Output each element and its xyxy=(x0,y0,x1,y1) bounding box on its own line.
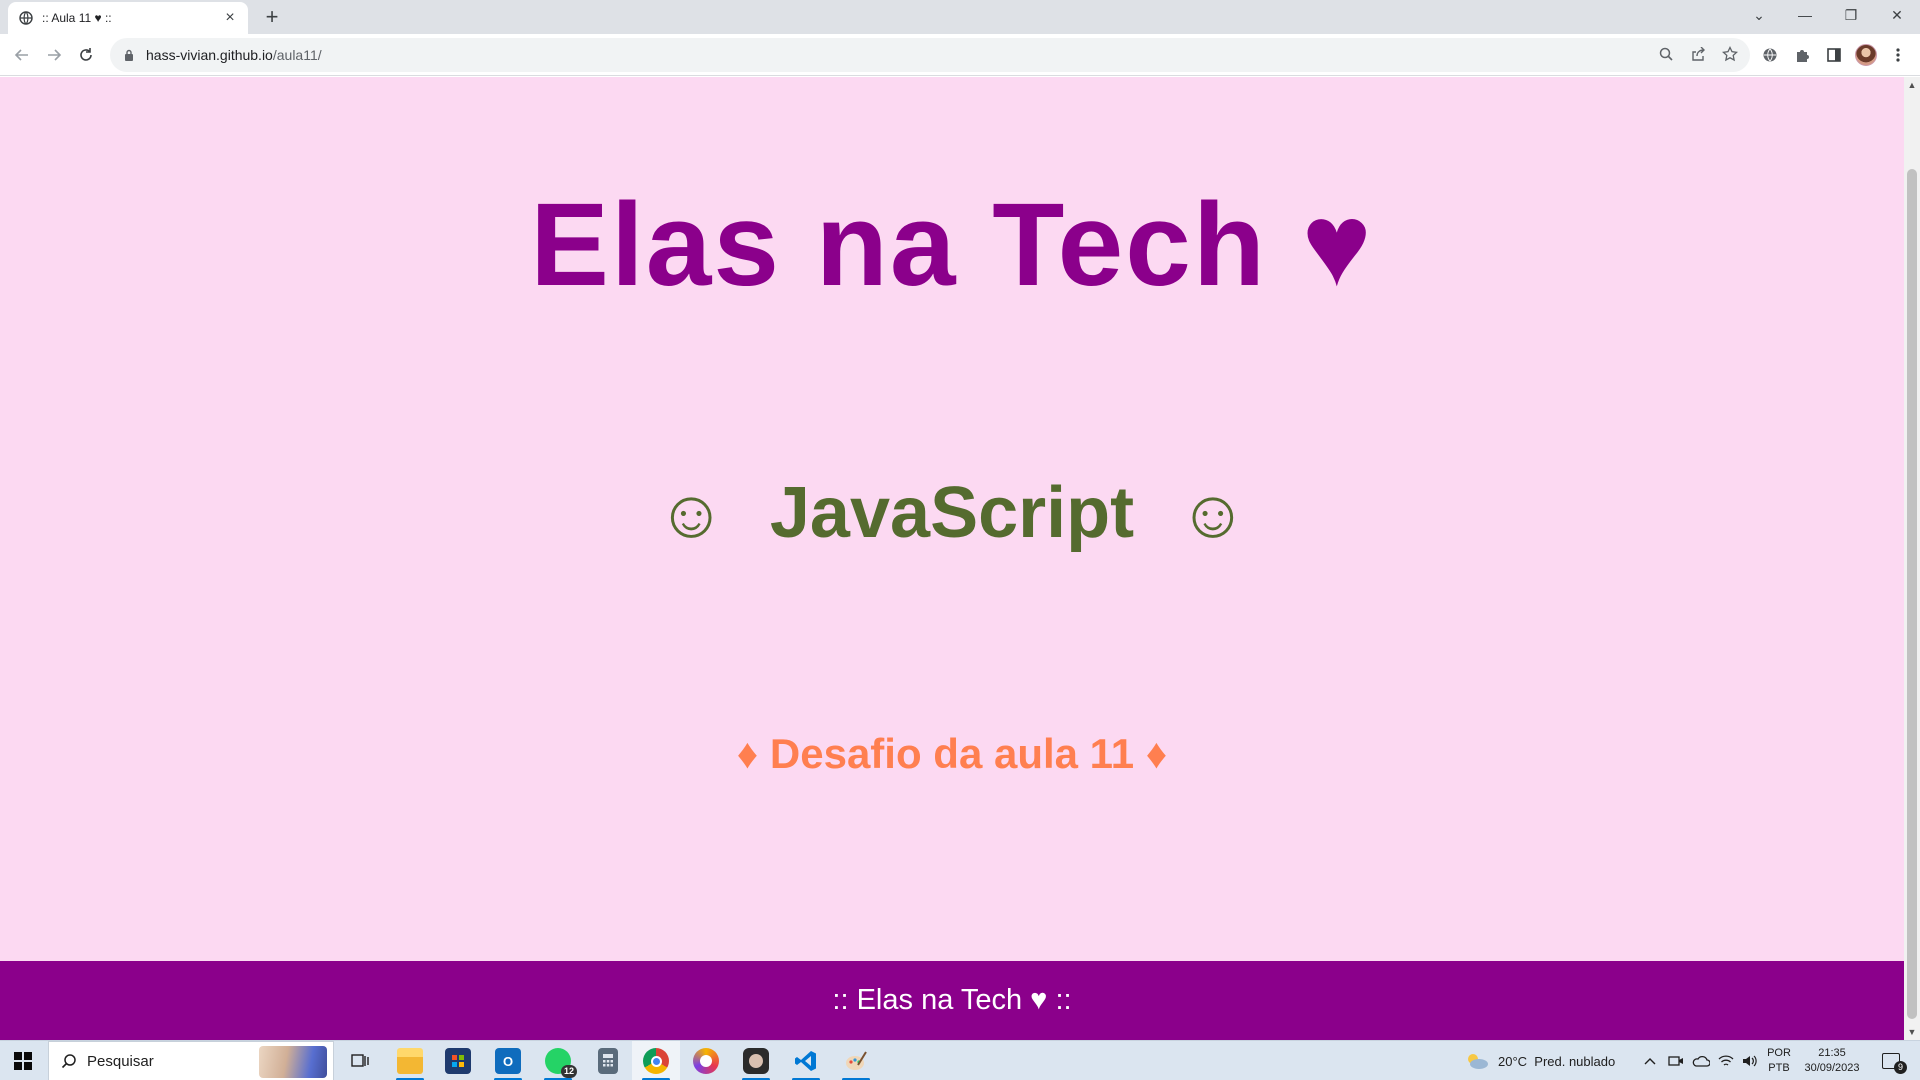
minimize-button[interactable]: — xyxy=(1782,0,1828,30)
new-tab-button[interactable]: + xyxy=(260,6,284,30)
whatsapp-unread-badge: 12 xyxy=(560,1065,577,1078)
profile-avatar[interactable] xyxy=(1854,43,1878,67)
lock-icon[interactable] xyxy=(122,48,136,62)
scroll-thumb[interactable] xyxy=(1907,169,1917,1019)
address-bar[interactable]: hass-vivian.github.io/aula11/ xyxy=(110,38,1750,72)
browser-tab[interactable]: :: Aula 11 ♥ :: × xyxy=(8,2,248,34)
chevron-up-icon xyxy=(1644,1058,1656,1065)
page-footer: :: Elas na Tech ♥ :: xyxy=(0,961,1904,1040)
paint-button[interactable] xyxy=(832,1041,880,1080)
subtitle-text: JavaScript xyxy=(769,473,1135,553)
scroll-up-arrow-icon[interactable]: ▲ xyxy=(1904,77,1920,93)
extension-globe-icon[interactable] xyxy=(1758,43,1782,67)
tab-strip: :: Aula 11 ♥ :: × + ⌄ — ❐ ✕ xyxy=(0,0,1920,34)
search-highlight-image xyxy=(259,1046,327,1078)
footer-text: :: Elas na Tech ♥ :: xyxy=(832,984,1072,1016)
windows-taskbar: Pesquisar O 12 20°C Pred. nublado POR PT… xyxy=(0,1040,1920,1080)
calculator-icon xyxy=(598,1048,618,1074)
search-icon xyxy=(61,1054,76,1069)
github-desktop-button[interactable] xyxy=(732,1041,780,1080)
whatsapp-icon: 12 xyxy=(545,1048,577,1078)
vscode-icon xyxy=(793,1048,819,1074)
notification-icon: 9 xyxy=(1882,1053,1907,1074)
folder-icon xyxy=(397,1048,423,1074)
url-path: /aula11/ xyxy=(272,47,322,63)
show-hidden-icons-button[interactable] xyxy=(1644,1041,1656,1080)
notification-count: 9 xyxy=(1894,1061,1907,1074)
restore-button[interactable]: ❐ xyxy=(1828,0,1874,30)
search-placeholder: Pesquisar xyxy=(87,1052,154,1070)
whatsapp-button[interactable]: 12 xyxy=(534,1041,582,1080)
language-code: POR xyxy=(1767,1047,1791,1059)
volume-icon xyxy=(1743,1055,1757,1067)
globe-icon xyxy=(18,10,34,26)
subtitle-javascript: ☺ JavaScript ☺ xyxy=(0,472,1904,554)
onedrive-cloud-icon xyxy=(1692,1055,1710,1067)
circle-logo-icon xyxy=(693,1048,719,1074)
url-text: hass-vivian.github.io/aula11/ xyxy=(146,47,322,63)
zoom-icon[interactable] xyxy=(1654,42,1678,66)
start-button[interactable] xyxy=(0,1041,46,1080)
side-panel-icon[interactable] xyxy=(1822,43,1846,67)
close-window-button[interactable]: ✕ xyxy=(1874,0,1920,30)
task-view-icon xyxy=(351,1054,369,1067)
clock-date: 30/09/2023 xyxy=(1804,1062,1860,1074)
outlook-icon: O xyxy=(495,1048,521,1074)
forward-button[interactable] xyxy=(42,43,66,67)
arrow-right-icon xyxy=(48,49,62,61)
task-view-button[interactable] xyxy=(336,1041,384,1080)
weather-text: 20°C Pred. nublado xyxy=(1498,1053,1616,1069)
input-language[interactable]: POR PTB xyxy=(1766,1041,1792,1080)
store-button[interactable] xyxy=(434,1041,482,1080)
weather-widget[interactable]: 20°C Pred. nublado xyxy=(1464,1041,1615,1080)
share-icon[interactable] xyxy=(1686,42,1710,66)
reload-button[interactable] xyxy=(74,43,98,67)
menu-kebab-icon[interactable] xyxy=(1886,43,1910,67)
keyboard-layout: PTB xyxy=(1768,1062,1790,1074)
scroll-down-arrow-icon[interactable]: ▼ xyxy=(1904,1024,1920,1040)
url-host: hass-vivian.github.io xyxy=(146,47,273,63)
meet-now-icon xyxy=(1668,1056,1683,1066)
tab-search-chevron-down-icon[interactable]: ⌄ xyxy=(1736,0,1782,30)
clock-time: 21:35 xyxy=(1818,1047,1846,1059)
page-title: Elas na Tech ♥ xyxy=(530,179,1374,311)
vscode-button[interactable] xyxy=(782,1041,830,1080)
browser-profile-button[interactable] xyxy=(682,1041,730,1080)
clock[interactable]: 21:35 30/09/2023 xyxy=(1798,1041,1866,1080)
extensions-puzzle-icon[interactable] xyxy=(1790,43,1814,67)
avatar-image xyxy=(1855,44,1877,66)
tab-close-icon[interactable]: × xyxy=(222,10,238,26)
smiley-right-icon: ☺ xyxy=(1178,476,1248,552)
tab-title: :: Aula 11 ♥ :: xyxy=(42,11,112,25)
taskbar-search-box[interactable]: Pesquisar xyxy=(48,1041,334,1080)
smiley-left-icon: ☺ xyxy=(656,476,726,552)
notification-center-button[interactable]: 9 xyxy=(1876,1041,1907,1080)
challenge-heading: ♦ Desafio da aula 11 ♦ xyxy=(736,730,1168,777)
bookmark-star-icon[interactable] xyxy=(1718,42,1742,66)
browser-toolbar: hass-vivian.github.io/aula11/ xyxy=(0,34,1920,76)
back-button[interactable] xyxy=(10,43,34,67)
chrome-icon xyxy=(643,1048,669,1074)
wifi-icon xyxy=(1718,1055,1734,1066)
github-cat-icon xyxy=(743,1048,769,1074)
calculator-button[interactable] xyxy=(584,1041,632,1080)
store-icon xyxy=(445,1048,471,1074)
paint-palette-icon xyxy=(843,1048,869,1074)
page-body: Elas na Tech ♥ ☺ JavaScript ☺ ♦ Desafio … xyxy=(0,77,1904,1040)
arrow-left-icon xyxy=(14,49,28,61)
outlook-button[interactable]: O xyxy=(484,1041,532,1080)
cloud-sun-icon xyxy=(1468,1054,1488,1069)
tray-icons xyxy=(1668,1041,1758,1080)
file-explorer-button[interactable] xyxy=(386,1041,434,1080)
chrome-button[interactable] xyxy=(632,1041,680,1080)
windows-logo-icon xyxy=(14,1052,32,1070)
vertical-scrollbar[interactable]: ▲ ▼ xyxy=(1904,77,1920,1040)
reload-icon xyxy=(80,48,92,61)
